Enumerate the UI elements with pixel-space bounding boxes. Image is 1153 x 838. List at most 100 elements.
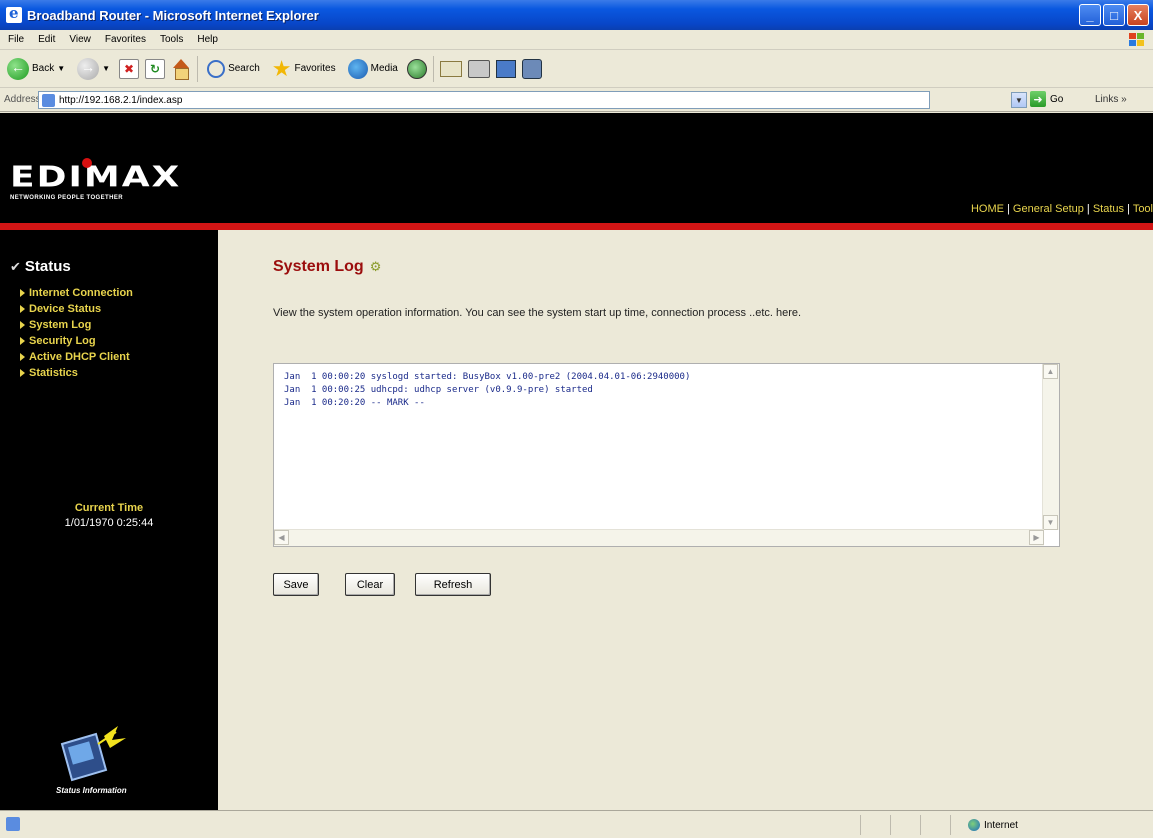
menu-favorites[interactable]: Favorites [105, 34, 146, 45]
address-bar: Address http://192.168.2.1/index.asp ▼ ➜… [0, 88, 1153, 112]
star-icon: ★ [271, 55, 292, 81]
minimize-button[interactable]: _ [1079, 4, 1101, 26]
edit-icon[interactable] [495, 59, 516, 78]
menu-view[interactable]: View [69, 34, 91, 45]
arrow-icon [20, 353, 25, 361]
system-log-textarea[interactable]: Jan 1 00:00:20 syslogd started: BusyBox … [273, 363, 1060, 547]
vertical-scrollbar[interactable]: ▲ ▼ [1042, 364, 1059, 530]
statusbar-separator [950, 815, 951, 835]
log-line: Jan 1 00:00:25 udhcpd: udhcp server (v0.… [284, 385, 593, 395]
nav-tool[interactable]: Tool [1133, 203, 1153, 215]
home-icon[interactable] [171, 58, 191, 80]
media-icon [347, 58, 368, 79]
back-label: Back [32, 63, 55, 74]
arrow-icon [20, 289, 25, 297]
back-button[interactable]: Back ▼ [4, 54, 68, 84]
current-time-label: Current Time [74, 502, 144, 514]
scroll-left-icon[interactable]: ◀ [274, 530, 289, 545]
refresh-button[interactable]: Refresh [415, 573, 491, 596]
go-button[interactable]: ➜ Go [1030, 91, 1063, 107]
window-title-bar[interactable]: Broadband Router - Microsoft Internet Ex… [0, 0, 1153, 30]
address-input[interactable]: http://192.168.2.1/index.asp [38, 91, 930, 109]
sidebar-item-security-log[interactable]: Security Log [20, 333, 133, 349]
arrow-icon [20, 321, 25, 329]
menu-edit[interactable]: Edit [38, 34, 55, 45]
forward-dropdown-icon[interactable]: ▼ [102, 64, 110, 73]
links-button[interactable]: Links » [1095, 94, 1127, 105]
sidebar-item-device-status[interactable]: Device Status [20, 301, 133, 317]
search-button[interactable]: Search [204, 54, 263, 84]
main-content: System Log ⚙ View the system operation i… [218, 230, 1153, 810]
save-button[interactable]: Save [273, 573, 319, 596]
sidebar-item-label: Statistics [29, 367, 78, 379]
arrow-icon [20, 369, 25, 377]
security-zone: Internet [968, 819, 1018, 831]
top-navigation: HOME | General Setup | Status | Tool [970, 203, 1153, 215]
sidebar-item-system-log[interactable]: System Log [20, 317, 133, 333]
checkmark-icon: ✔ [10, 258, 21, 274]
forward-button[interactable]: ▼ [74, 54, 113, 84]
nav-home[interactable]: HOME [971, 203, 1004, 215]
sidebar-item-active-dhcp-client[interactable]: Active DHCP Client [20, 349, 133, 365]
scroll-up-icon[interactable]: ▲ [1043, 364, 1058, 379]
status-information-caption: Status Information [56, 786, 127, 795]
mail-icon[interactable] [439, 60, 462, 77]
action-buttons: Save Clear Refresh [273, 573, 491, 596]
search-label: Search [228, 63, 260, 74]
sidebar-item-internet-connection[interactable]: Internet Connection [20, 285, 133, 301]
maximize-button[interactable]: □ [1103, 4, 1125, 26]
sidebar-item-label: Internet Connection [29, 287, 133, 299]
log-line: Jan 1 00:00:20 syslogd started: BusyBox … [284, 372, 691, 382]
horizontal-scrollbar[interactable]: ◀ ▶ [274, 529, 1044, 546]
log-line: Jan 1 00:20:20 -- MARK -- [284, 398, 425, 408]
menu-bar: File Edit View Favorites Tools Help [0, 30, 1153, 50]
favorites-button[interactable]: ★ Favorites [269, 54, 339, 84]
router-header: EDIMAX NETWORKING PEOPLE TOGETHER HOME |… [0, 113, 1153, 223]
menu-file[interactable]: File [8, 34, 24, 45]
logo-tagline: NETWORKING PEOPLE TOGETHER [10, 195, 123, 201]
print-icon[interactable] [467, 59, 490, 78]
sidebar-item-statistics[interactable]: Statistics [20, 365, 133, 381]
address-dropdown-icon[interactable]: ▼ [1011, 92, 1027, 108]
search-icon [207, 59, 226, 78]
scroll-down-icon[interactable]: ▼ [1043, 515, 1058, 530]
zone-label: Internet [984, 819, 1018, 831]
nav-status[interactable]: Status [1093, 203, 1124, 215]
address-url: http://192.168.2.1/index.asp [59, 94, 183, 106]
links-chevron: » [1121, 94, 1127, 105]
scroll-right-icon[interactable]: ▶ [1029, 530, 1044, 545]
go-arrow-icon: ➜ [1030, 91, 1046, 107]
arrow-icon [20, 337, 25, 345]
history-icon[interactable] [406, 58, 427, 79]
header-divider [0, 223, 1153, 230]
refresh-icon[interactable]: ↻ [145, 58, 166, 79]
edimax-logo: EDIMAX [10, 161, 182, 194]
forward-arrow-icon [77, 57, 100, 80]
sidebar-item-label: Security Log [29, 335, 96, 347]
nav-general-setup[interactable]: General Setup [1013, 203, 1084, 215]
links-label: Links [1095, 94, 1119, 105]
stop-icon[interactable]: ✖ [119, 58, 140, 79]
favorites-label: Favorites [294, 63, 336, 74]
browser-status-bar: Internet [0, 810, 1153, 838]
menu-tools[interactable]: Tools [160, 34, 183, 45]
gear-icon: ⚙ [369, 259, 382, 274]
back-dropdown-icon[interactable]: ▼ [57, 64, 65, 73]
clear-button[interactable]: Clear [345, 573, 395, 596]
sidebar-title[interactable]: ✔ Status [10, 258, 71, 275]
media-label: Media [370, 63, 398, 74]
close-button[interactable]: X [1127, 4, 1149, 26]
sidebar: ✔ Status Internet Connection Device Stat… [0, 230, 218, 810]
log-content: Jan 1 00:00:20 syslogd started: BusyBox … [284, 371, 690, 410]
globe-icon [968, 819, 980, 831]
messenger-icon[interactable] [521, 58, 542, 79]
page-status-icon [6, 817, 20, 831]
ie-app-icon [6, 4, 22, 23]
media-button[interactable]: Media [345, 54, 401, 84]
page-title-text: System Log [273, 258, 364, 275]
status-information-icon [60, 726, 126, 782]
toolbar-separator [432, 55, 434, 82]
sidebar-item-label: System Log [29, 319, 92, 331]
current-time-value: 1/01/1970 0:25:44 [64, 517, 154, 529]
menu-help[interactable]: Help [197, 34, 218, 45]
